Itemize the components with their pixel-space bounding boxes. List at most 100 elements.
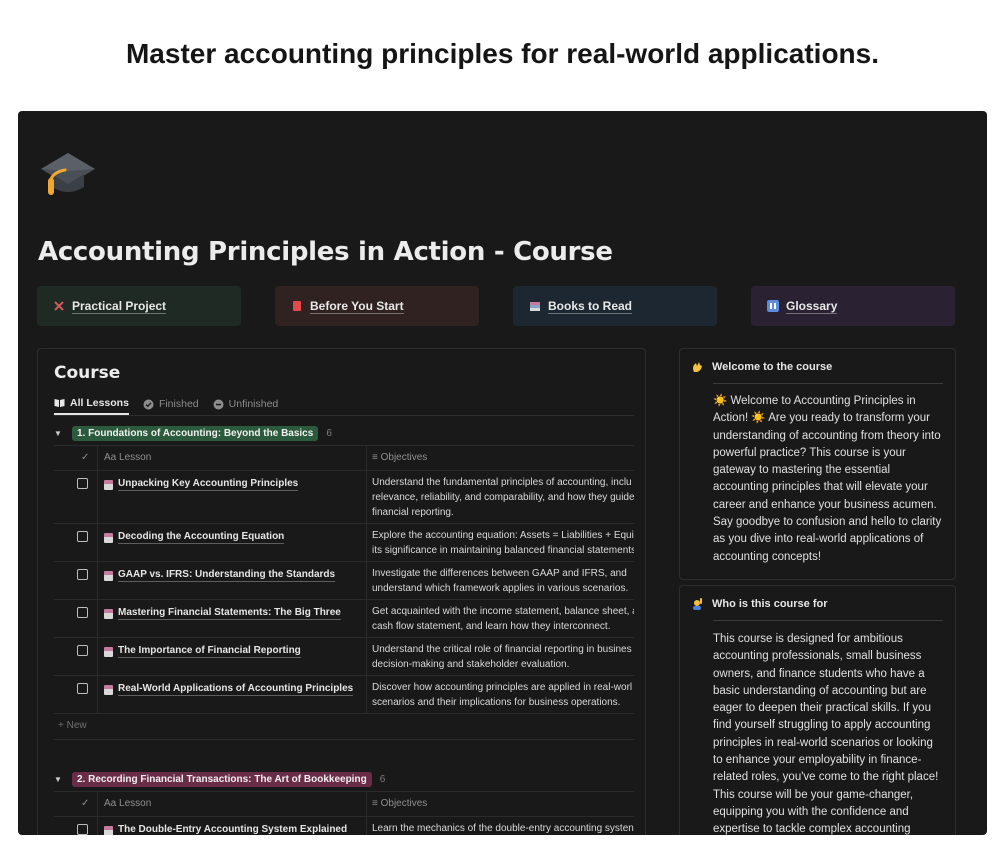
- group-count: 6: [326, 427, 332, 439]
- finished-checkbox[interactable]: [77, 645, 88, 656]
- caret-down-icon[interactable]: ▼: [54, 775, 64, 784]
- lesson-objectives: Learn the mechanics of the double-entry …: [372, 823, 634, 834]
- notion-page: Accounting Principles in Action - Course…: [18, 111, 987, 835]
- page-title: Accounting Principles in Action - Course: [38, 237, 613, 267]
- tab-label: Unfinished: [228, 398, 279, 410]
- column-divider: [97, 446, 98, 470]
- finished-checkbox[interactable]: [77, 478, 88, 489]
- table-row[interactable]: The Double-Entry Accounting System Expla…: [54, 817, 634, 835]
- tabs-divider: [54, 415, 634, 416]
- table-row[interactable]: GAAP vs. IFRS: Understanding the Standar…: [54, 562, 634, 600]
- finished-checkbox[interactable]: [77, 824, 88, 835]
- tab-finished[interactable]: Finished: [143, 393, 199, 415]
- book-stack-icon: [530, 302, 540, 311]
- red-book-icon: [293, 301, 301, 311]
- add-new-row-button[interactable]: + New: [58, 720, 87, 731]
- text-property-icon: Aa: [104, 452, 117, 463]
- group-count: 6: [379, 773, 386, 785]
- column-divider: [97, 562, 98, 599]
- lesson-title[interactable]: Decoding the Accounting Equation: [104, 531, 285, 544]
- book-icon: [104, 646, 113, 657]
- audience-card-title: Who is this course for: [712, 598, 828, 610]
- lesson-objectives: Investigate the differences between GAAP…: [372, 568, 629, 594]
- tab-unfinished[interactable]: Unfinished: [213, 393, 279, 415]
- lesson-objectives: Understand the critical role of financia…: [372, 644, 632, 670]
- audience-card-body: This course is designed for ambitious ac…: [713, 633, 939, 835]
- tab-all-lessons[interactable]: All Lessons: [54, 393, 129, 415]
- table-row[interactable]: Decoding the Accounting Equation Explore…: [54, 524, 634, 562]
- column-objectives[interactable]: ≡ Objectives: [372, 798, 427, 809]
- waving-hand-icon: [693, 362, 702, 372]
- table-row[interactable]: The Importance of Financial Reporting Un…: [54, 638, 634, 676]
- page-headline: Master accounting principles for real-wo…: [125, 38, 880, 69]
- table-footer-divider: [54, 739, 634, 740]
- welcome-card-header: Welcome to the course: [691, 361, 832, 373]
- view-tabs: All Lessons Finished Unfinished: [54, 393, 278, 415]
- lesson-objectives: Understand the fundamental principles of…: [372, 477, 634, 518]
- table-row[interactable]: Mastering Financial Statements: The Big …: [54, 600, 634, 638]
- finished-checkbox[interactable]: [77, 569, 88, 580]
- quick-link-books-to-read[interactable]: Books to Read: [513, 286, 717, 326]
- tab-label: Finished: [158, 398, 199, 410]
- table-header: ✓ Aa Lesson ≡ Objectives: [54, 791, 634, 817]
- column-divider: [366, 638, 367, 675]
- quick-link-label: Practical Project: [72, 298, 167, 314]
- hammer-pick-icon: [54, 301, 64, 311]
- quick-link-before-you-start[interactable]: Before You Start: [275, 286, 479, 326]
- welcome-card-body: ☀️ Welcome to Accounting Principles in A…: [713, 395, 942, 563]
- table-row[interactable]: Real-World Applications of Accounting Pr…: [54, 676, 634, 714]
- table-row[interactable]: Unpacking Key Accounting Principles Unde…: [54, 471, 634, 524]
- audience-card-header: Who is this course for: [691, 598, 828, 610]
- lesson-objectives: Explore the accounting equation: Assets …: [372, 530, 634, 556]
- finished-checkbox[interactable]: [77, 683, 88, 694]
- open-book-icon: [54, 399, 65, 407]
- book-icon: [104, 570, 113, 581]
- lesson-title[interactable]: GAAP vs. IFRS: Understanding the Standar…: [104, 569, 336, 582]
- column-divider: [97, 471, 98, 523]
- lesson-title[interactable]: Unpacking Key Accounting Principles: [104, 478, 299, 491]
- column-objectives[interactable]: ≡ Objectives: [372, 452, 427, 463]
- graduation-cap-icon: [41, 153, 95, 195]
- abcd-icon: [767, 300, 779, 312]
- group-tag[interactable]: 2. Recording Financial Transactions: The…: [72, 771, 372, 787]
- lines-icon: ≡: [372, 798, 378, 809]
- column-divider: [366, 471, 367, 523]
- person-raising-hand-icon: [693, 598, 702, 610]
- course-title: Course: [54, 363, 121, 383]
- book-icon: [104, 825, 113, 835]
- column-divider: [97, 817, 98, 835]
- card-divider: [713, 383, 943, 384]
- finished-checkbox[interactable]: [77, 531, 88, 542]
- plus-icon: +: [58, 720, 64, 731]
- table-header: ✓ Aa Lesson ≡ Objectives: [54, 445, 634, 471]
- caret-down-icon[interactable]: ▼: [54, 429, 64, 438]
- quick-link-practical-project[interactable]: Practical Project: [37, 286, 241, 326]
- lessons-table: ✓ Aa Lesson ≡ Objectives The Double-Entr…: [54, 791, 634, 835]
- lines-icon: ≡: [372, 452, 378, 463]
- lesson-objectives: Discover how accounting principles are a…: [372, 682, 633, 708]
- column-divider: [366, 524, 367, 561]
- course-database: Course All Lessons Finished Unfinished ▼…: [37, 348, 646, 835]
- column-divider: [366, 562, 367, 599]
- lesson-title[interactable]: Mastering Financial Statements: The Big …: [104, 607, 341, 620]
- lesson-title[interactable]: The Double-Entry Accounting System Expla…: [104, 824, 347, 835]
- column-divider: [97, 792, 98, 816]
- column-divider: [366, 446, 367, 470]
- check-circle-icon: [143, 399, 154, 409]
- quick-link-label: Glossary: [786, 298, 838, 314]
- card-divider: [713, 620, 943, 621]
- finished-checkbox[interactable]: [77, 607, 88, 618]
- book-icon: [104, 608, 113, 619]
- group-tag[interactable]: 1. Foundations of Accounting: Beyond the…: [72, 425, 319, 441]
- book-icon: [104, 684, 113, 695]
- group-header: ▼ 1. Foundations of Accounting: Beyond t…: [54, 423, 332, 443]
- column-divider: [366, 817, 367, 835]
- lesson-title[interactable]: Real-World Applications of Accounting Pr…: [104, 683, 354, 696]
- column-lesson[interactable]: Aa Lesson: [104, 452, 151, 463]
- column-divider: [97, 638, 98, 675]
- tab-label: All Lessons: [70, 397, 129, 409]
- column-divider: [97, 600, 98, 637]
- quick-link-glossary[interactable]: Glossary: [751, 286, 955, 326]
- lesson-title[interactable]: The Importance of Financial Reporting: [104, 645, 301, 658]
- column-lesson[interactable]: Aa Lesson: [104, 798, 151, 809]
